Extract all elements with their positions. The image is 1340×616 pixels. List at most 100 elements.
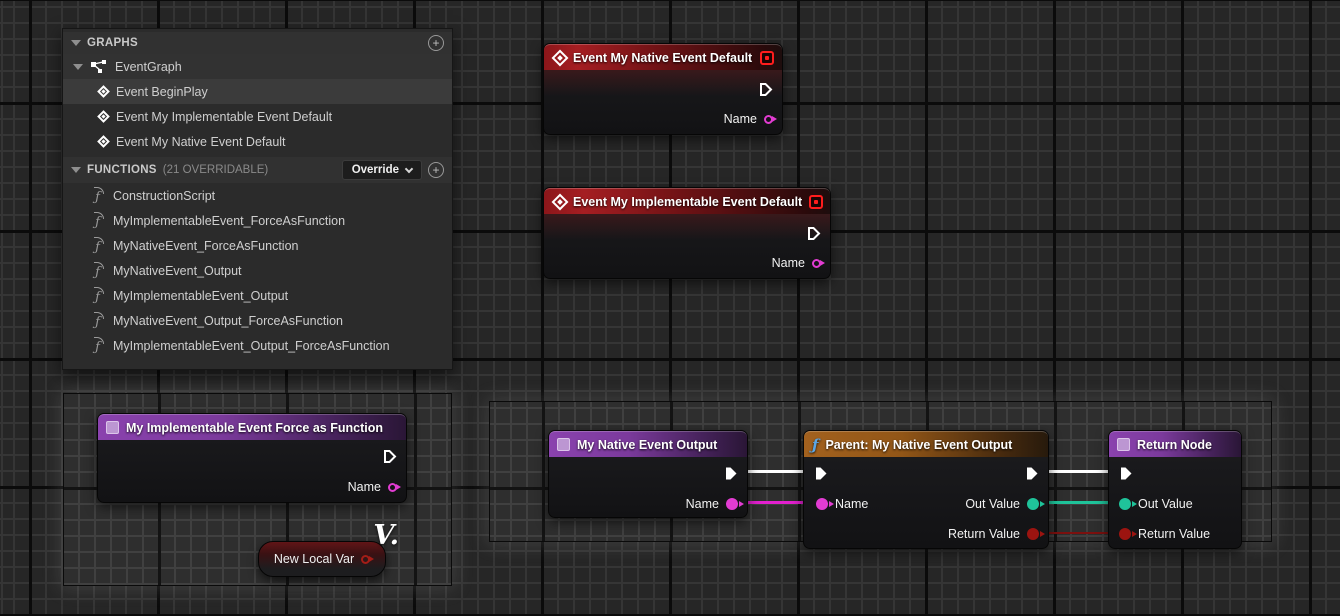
node-title: Event My Native Event Default	[573, 51, 752, 65]
blueprint-graph-canvas[interactable]: GRAPHS + EventGraph Event BeginPlay Even…	[0, 0, 1340, 616]
graphs-section-title: GRAPHS	[87, 37, 138, 49]
exec-out-pin[interactable]	[383, 448, 397, 464]
local-var-pin-icon[interactable]	[361, 555, 370, 564]
function-entry-icon	[557, 438, 570, 451]
sidebar-item-function[interactable]: ƒ MyImplementableEvent_Output_ForceAsFun…	[63, 333, 452, 358]
exec-pin-icon	[1119, 466, 1133, 481]
node-event-my-implementable-event-default[interactable]: Event My Implementable Event Default Nam…	[543, 187, 831, 279]
override-function-icon: ƒ	[90, 237, 105, 255]
node-my-native-event-output[interactable]: My Native Event Output Name	[548, 430, 748, 518]
variable-watermark: V.	[373, 520, 399, 551]
override-indicator-icon[interactable]	[809, 195, 823, 209]
add-function-button[interactable]: +	[428, 162, 444, 178]
override-label: Override	[352, 164, 399, 176]
chevron-down-icon	[405, 164, 413, 172]
node-header[interactable]: ƒ Parent: My Native Event Output	[804, 431, 1048, 457]
exec-pin-icon	[724, 466, 738, 481]
function-label: MyNativeEvent_Output	[113, 264, 242, 278]
exec-in-pin[interactable]	[814, 465, 828, 481]
function-label: MyNativeEvent_ForceAsFunction	[113, 239, 299, 253]
exec-in-pin[interactable]	[1119, 465, 1133, 481]
pin-label: Name	[835, 497, 868, 511]
node-new-local-var[interactable]: V. New Local Var	[258, 541, 386, 577]
event-icon	[552, 193, 569, 210]
sidebar-item-eventgraph[interactable]: EventGraph	[63, 54, 452, 79]
node-event-my-native-event-default[interactable]: Event My Native Event Default Name	[543, 43, 783, 135]
sidebar-item-function[interactable]: ƒ MyNativeEvent_Output_ForceAsFunction	[63, 308, 452, 333]
event-graph-icon	[91, 60, 107, 74]
out-value-pin-icon	[1119, 498, 1131, 510]
node-return-node[interactable]: Return Node Out Value Return Value	[1108, 430, 1242, 549]
event-label: Event My Implementable Event Default	[116, 110, 332, 124]
pin-label: Return Value	[948, 527, 1020, 541]
exec-pin-icon	[759, 82, 773, 97]
pin-label: Name	[724, 112, 757, 126]
override-function-icon: ƒ	[90, 287, 105, 305]
node-header[interactable]: Event My Implementable Event Default	[544, 188, 830, 214]
sidebar-item-function[interactable]: ƒ MyImplementableEvent_ForceAsFunction	[63, 208, 452, 233]
pin-label: Return Value	[1138, 527, 1210, 541]
function-label: MyImplementableEvent_Output	[113, 289, 288, 303]
function-label: MyNativeEvent_Output_ForceAsFunction	[113, 314, 343, 328]
my-blueprint-panel: GRAPHS + EventGraph Event BeginPlay Even…	[62, 28, 453, 370]
event-icon	[97, 110, 110, 123]
header-tint	[544, 70, 782, 96]
graphs-section-header[interactable]: GRAPHS +	[63, 32, 452, 54]
node-parent-my-native-event-output[interactable]: ƒ Parent: My Native Event Output Name Ou…	[803, 430, 1049, 549]
event-icon	[97, 135, 110, 148]
function-label: ConstructionScript	[113, 189, 215, 203]
sidebar-item-constructionscript[interactable]: ƒ ConstructionScript	[63, 183, 452, 208]
name-out-pin[interactable]: Name	[724, 111, 773, 127]
name-pin-icon	[726, 498, 738, 510]
override-indicator-icon[interactable]	[760, 51, 774, 65]
collapse-arrow-icon[interactable]	[73, 64, 83, 70]
node-header[interactable]: My Native Event Output	[549, 431, 747, 457]
collapse-arrow-icon[interactable]	[71, 40, 81, 46]
node-my-implementable-event-force-as-function[interactable]: My Implementable Event Force as Function…	[97, 413, 407, 503]
collapse-arrow-icon[interactable]	[71, 167, 81, 173]
pin-label: Name	[348, 480, 381, 494]
return-value-pin-icon	[1027, 528, 1039, 540]
sidebar-item-event-beginplay[interactable]: Event BeginPlay	[63, 79, 452, 104]
event-label: Event BeginPlay	[116, 85, 208, 99]
out-value-pin[interactable]: Out Value	[1119, 496, 1193, 512]
graph-label: EventGraph	[115, 60, 182, 74]
event-label: Event My Native Event Default	[116, 135, 286, 149]
function-entry-icon	[1117, 438, 1130, 451]
return-value-pin[interactable]: Return Value	[948, 526, 1039, 542]
pin-label: Out Value	[965, 497, 1020, 511]
exec-pin-icon	[807, 226, 821, 241]
override-function-icon: ƒ	[90, 262, 105, 280]
node-header[interactable]: Event My Native Event Default	[544, 44, 782, 70]
pin-label: Name	[772, 256, 805, 270]
functions-section-header[interactable]: FUNCTIONS (21 OVERRIDABLE) Override +	[63, 157, 452, 183]
out-value-pin[interactable]: Out Value	[965, 496, 1039, 512]
node-title: My Native Event Output	[577, 438, 717, 452]
name-in-pin[interactable]: Name	[816, 496, 868, 512]
node-title: Event My Implementable Event Default	[573, 195, 802, 209]
sidebar-item-function[interactable]: ƒ MyNativeEvent_ForceAsFunction	[63, 233, 452, 258]
name-pin-icon	[764, 115, 773, 124]
node-header[interactable]: Return Node	[1109, 431, 1241, 457]
functions-section-title: FUNCTIONS	[87, 164, 157, 176]
override-dropdown-button[interactable]: Override	[342, 160, 422, 180]
overridable-count: (21 OVERRIDABLE)	[163, 164, 268, 176]
name-pin-icon	[816, 498, 828, 510]
exec-out-pin[interactable]	[807, 225, 821, 241]
sidebar-item-event-my-implementable[interactable]: Event My Implementable Event Default	[63, 104, 452, 129]
local-var-label: New Local Var	[274, 552, 354, 566]
node-header[interactable]: My Implementable Event Force as Function	[98, 414, 406, 440]
exec-out-pin[interactable]	[759, 81, 773, 97]
return-value-pin[interactable]: Return Value	[1119, 526, 1210, 542]
name-out-pin[interactable]: Name	[772, 255, 821, 271]
event-icon	[97, 85, 110, 98]
sidebar-item-function[interactable]: ƒ MyNativeEvent_Output	[63, 258, 452, 283]
name-out-pin[interactable]: Name	[686, 496, 738, 512]
add-graph-button[interactable]: +	[428, 35, 444, 51]
return-value-pin-icon	[1119, 528, 1131, 540]
name-out-pin[interactable]: Name	[348, 479, 397, 495]
sidebar-item-function[interactable]: ƒ MyImplementableEvent_Output	[63, 283, 452, 308]
exec-out-pin[interactable]	[724, 465, 738, 481]
sidebar-item-event-my-native[interactable]: Event My Native Event Default	[63, 129, 452, 154]
exec-out-pin[interactable]	[1025, 465, 1039, 481]
